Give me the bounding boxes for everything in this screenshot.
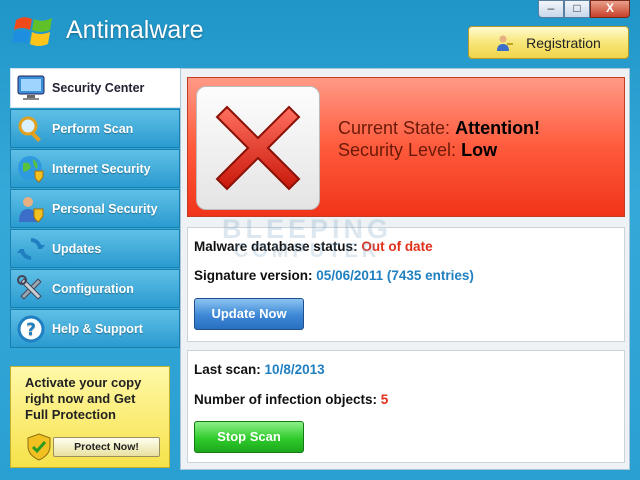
sidebar-nav: Security Center Perform Scan Internet Se…	[10, 68, 186, 349]
sidebar-item-label: Help & Support	[52, 321, 143, 336]
watermark-line-2: COMPUTER	[233, 240, 381, 262]
svg-text:?: ?	[26, 320, 36, 340]
registration-button[interactable]: Registration	[468, 26, 629, 59]
infections-row: Number of infection objects: 5	[194, 392, 388, 407]
tools-icon	[16, 274, 46, 304]
watermark-line-1: BLEEPING	[222, 214, 393, 244]
alert-x-box	[196, 86, 320, 210]
scan-status-card: Last scan: 10/8/2013 Number of infection…	[187, 350, 625, 463]
sidebar-item-label: Security Center	[52, 81, 145, 95]
last-scan-label: Last scan:	[194, 362, 261, 377]
security-level-label: Security Level:	[338, 140, 457, 160]
monitor-icon	[16, 73, 46, 103]
watermark: BLEEPING COMPUTER	[222, 214, 393, 263]
current-state-label: Current State:	[338, 118, 451, 138]
refresh-icon	[16, 234, 46, 264]
minimize-button[interactable]: –	[538, 0, 564, 18]
user-key-icon	[497, 35, 514, 51]
sidebar-item-label: Personal Security	[52, 201, 158, 216]
sidebar-item-updates[interactable]: Updates	[10, 229, 180, 268]
promo-line-3: Full Protection	[25, 407, 116, 422]
promo-line-2: right now and Get	[25, 391, 136, 406]
shield-check-icon	[27, 433, 51, 461]
window-controls: – □ X	[538, 0, 630, 18]
security-level-value: Low	[461, 140, 498, 160]
infections-value: 5	[380, 392, 389, 407]
main-panel: Current State: Attention! Security Level…	[180, 68, 630, 470]
sidebar-item-label: Updates	[52, 241, 102, 256]
maximize-button[interactable]: □	[564, 0, 590, 18]
windows-flag-logo-icon	[12, 17, 52, 46]
update-now-button[interactable]: Update Now	[194, 298, 304, 330]
signature-row: Signature version: 05/06/2011 (7435 entr…	[194, 268, 474, 283]
sidebar-item-label: Internet Security	[52, 161, 151, 176]
sidebar-item-security-center[interactable]: Security Center	[10, 68, 186, 108]
signature-value: 05/06/2011 (7435 entries)	[316, 268, 474, 283]
sidebar-item-help-support[interactable]: ? Help & Support	[10, 309, 180, 348]
red-x-icon	[215, 105, 301, 191]
current-state-value: Attention!	[455, 118, 541, 138]
promo-line-1: Activate your copy	[25, 375, 142, 390]
activation-promo: Activate your copy right now and Get Ful…	[10, 366, 170, 468]
globe-shield-icon	[16, 154, 46, 184]
stop-scan-button[interactable]: Stop Scan	[194, 421, 304, 453]
sidebar-item-personal-security[interactable]: Personal Security	[10, 189, 180, 228]
close-button[interactable]: X	[590, 0, 630, 18]
signature-label: Signature version:	[194, 268, 313, 283]
last-scan-value: 10/8/2013	[264, 362, 325, 377]
sidebar-item-configuration[interactable]: Configuration	[10, 269, 180, 308]
app-window: Antimalware – □ X Registration Security …	[0, 0, 640, 480]
current-state-line: Current State: Attention!	[338, 118, 540, 139]
security-level-line: Security Level: Low	[338, 140, 497, 161]
sidebar-item-label: Configuration	[52, 281, 134, 296]
person-shield-icon	[16, 194, 46, 224]
security-alert-panel: Current State: Attention! Security Level…	[187, 77, 625, 217]
registration-label: Registration	[526, 34, 601, 51]
protect-now-button[interactable]: Protect Now!	[53, 437, 160, 457]
help-icon: ?	[16, 314, 46, 344]
magnifier-icon	[16, 114, 46, 144]
sidebar-item-label: Perform Scan	[52, 121, 134, 136]
sidebar-item-internet-security[interactable]: Internet Security	[10, 149, 180, 188]
last-scan-row: Last scan: 10/8/2013	[194, 362, 325, 377]
sidebar-item-perform-scan[interactable]: Perform Scan	[10, 109, 180, 148]
infections-label: Number of infection objects:	[194, 392, 378, 407]
app-title: Antimalware	[66, 16, 204, 44]
